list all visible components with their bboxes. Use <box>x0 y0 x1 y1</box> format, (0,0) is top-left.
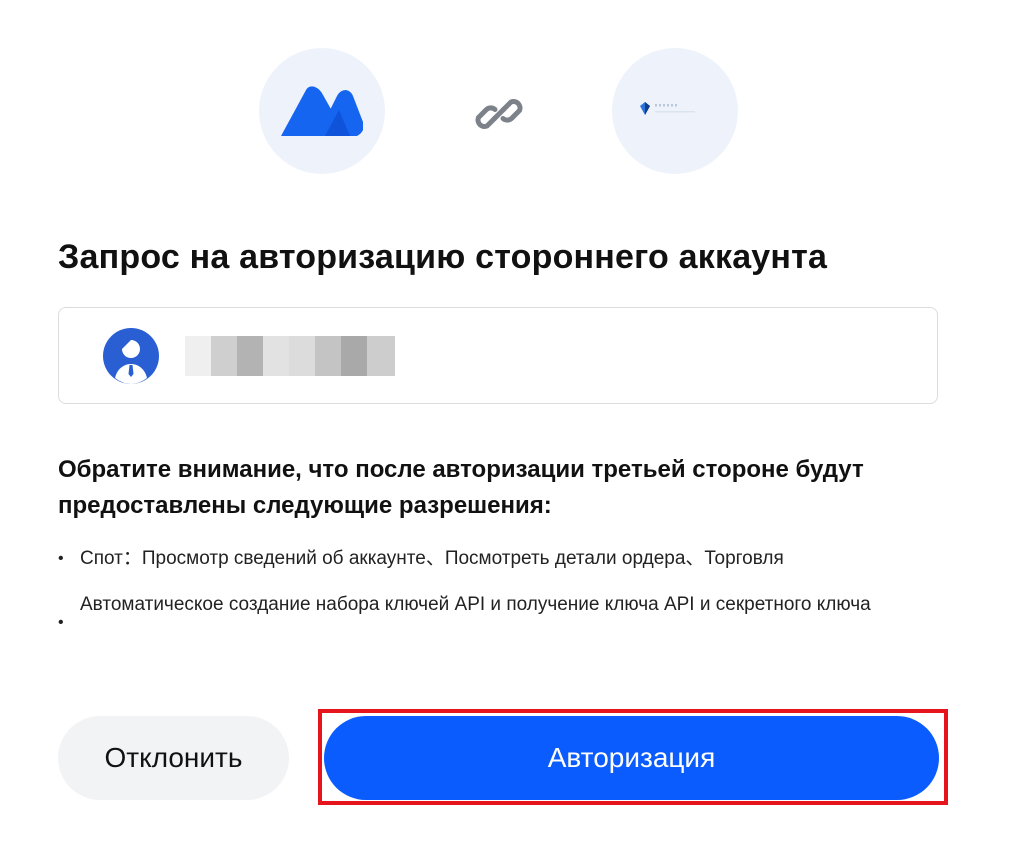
bullet: • <box>58 550 64 567</box>
permissions-list: • Спот：Просмотр сведений об аккаунте、Пос… <box>58 543 958 631</box>
authorize-button[interactable]: Авторизация <box>324 716 939 800</box>
decline-button[interactable]: Отклонить <box>58 716 289 800</box>
permission-text: Автоматическое создание набора ключей AP… <box>80 594 871 615</box>
page-title: Запрос на авторизацию стороннего аккаунт… <box>58 238 828 276</box>
user-avatar-icon <box>103 328 159 384</box>
crypto-app-logo-icon <box>640 102 695 115</box>
permissions-notice: Обратите внимание, что после авторизации… <box>58 456 864 519</box>
mexc-logo-icon <box>281 86 363 136</box>
link-icon <box>475 99 523 129</box>
authorization-page: Запрос на авторизацию стороннего аккаунт… <box>0 0 1024 850</box>
crypto-app-logo-circle <box>612 48 738 174</box>
app-logos-row <box>0 48 1024 178</box>
mexc-logo-circle <box>259 48 385 174</box>
permission-text: Спот：Просмотр сведений об аккаунте、Посмо… <box>80 548 784 569</box>
list-item: • Спот：Просмотр сведений об аккаунте、Пос… <box>58 543 958 575</box>
list-item: • Автоматическое создание набора ключей … <box>58 589 958 631</box>
account-card <box>58 307 938 404</box>
bullet: • <box>58 614 64 631</box>
account-name-redacted <box>185 336 400 376</box>
